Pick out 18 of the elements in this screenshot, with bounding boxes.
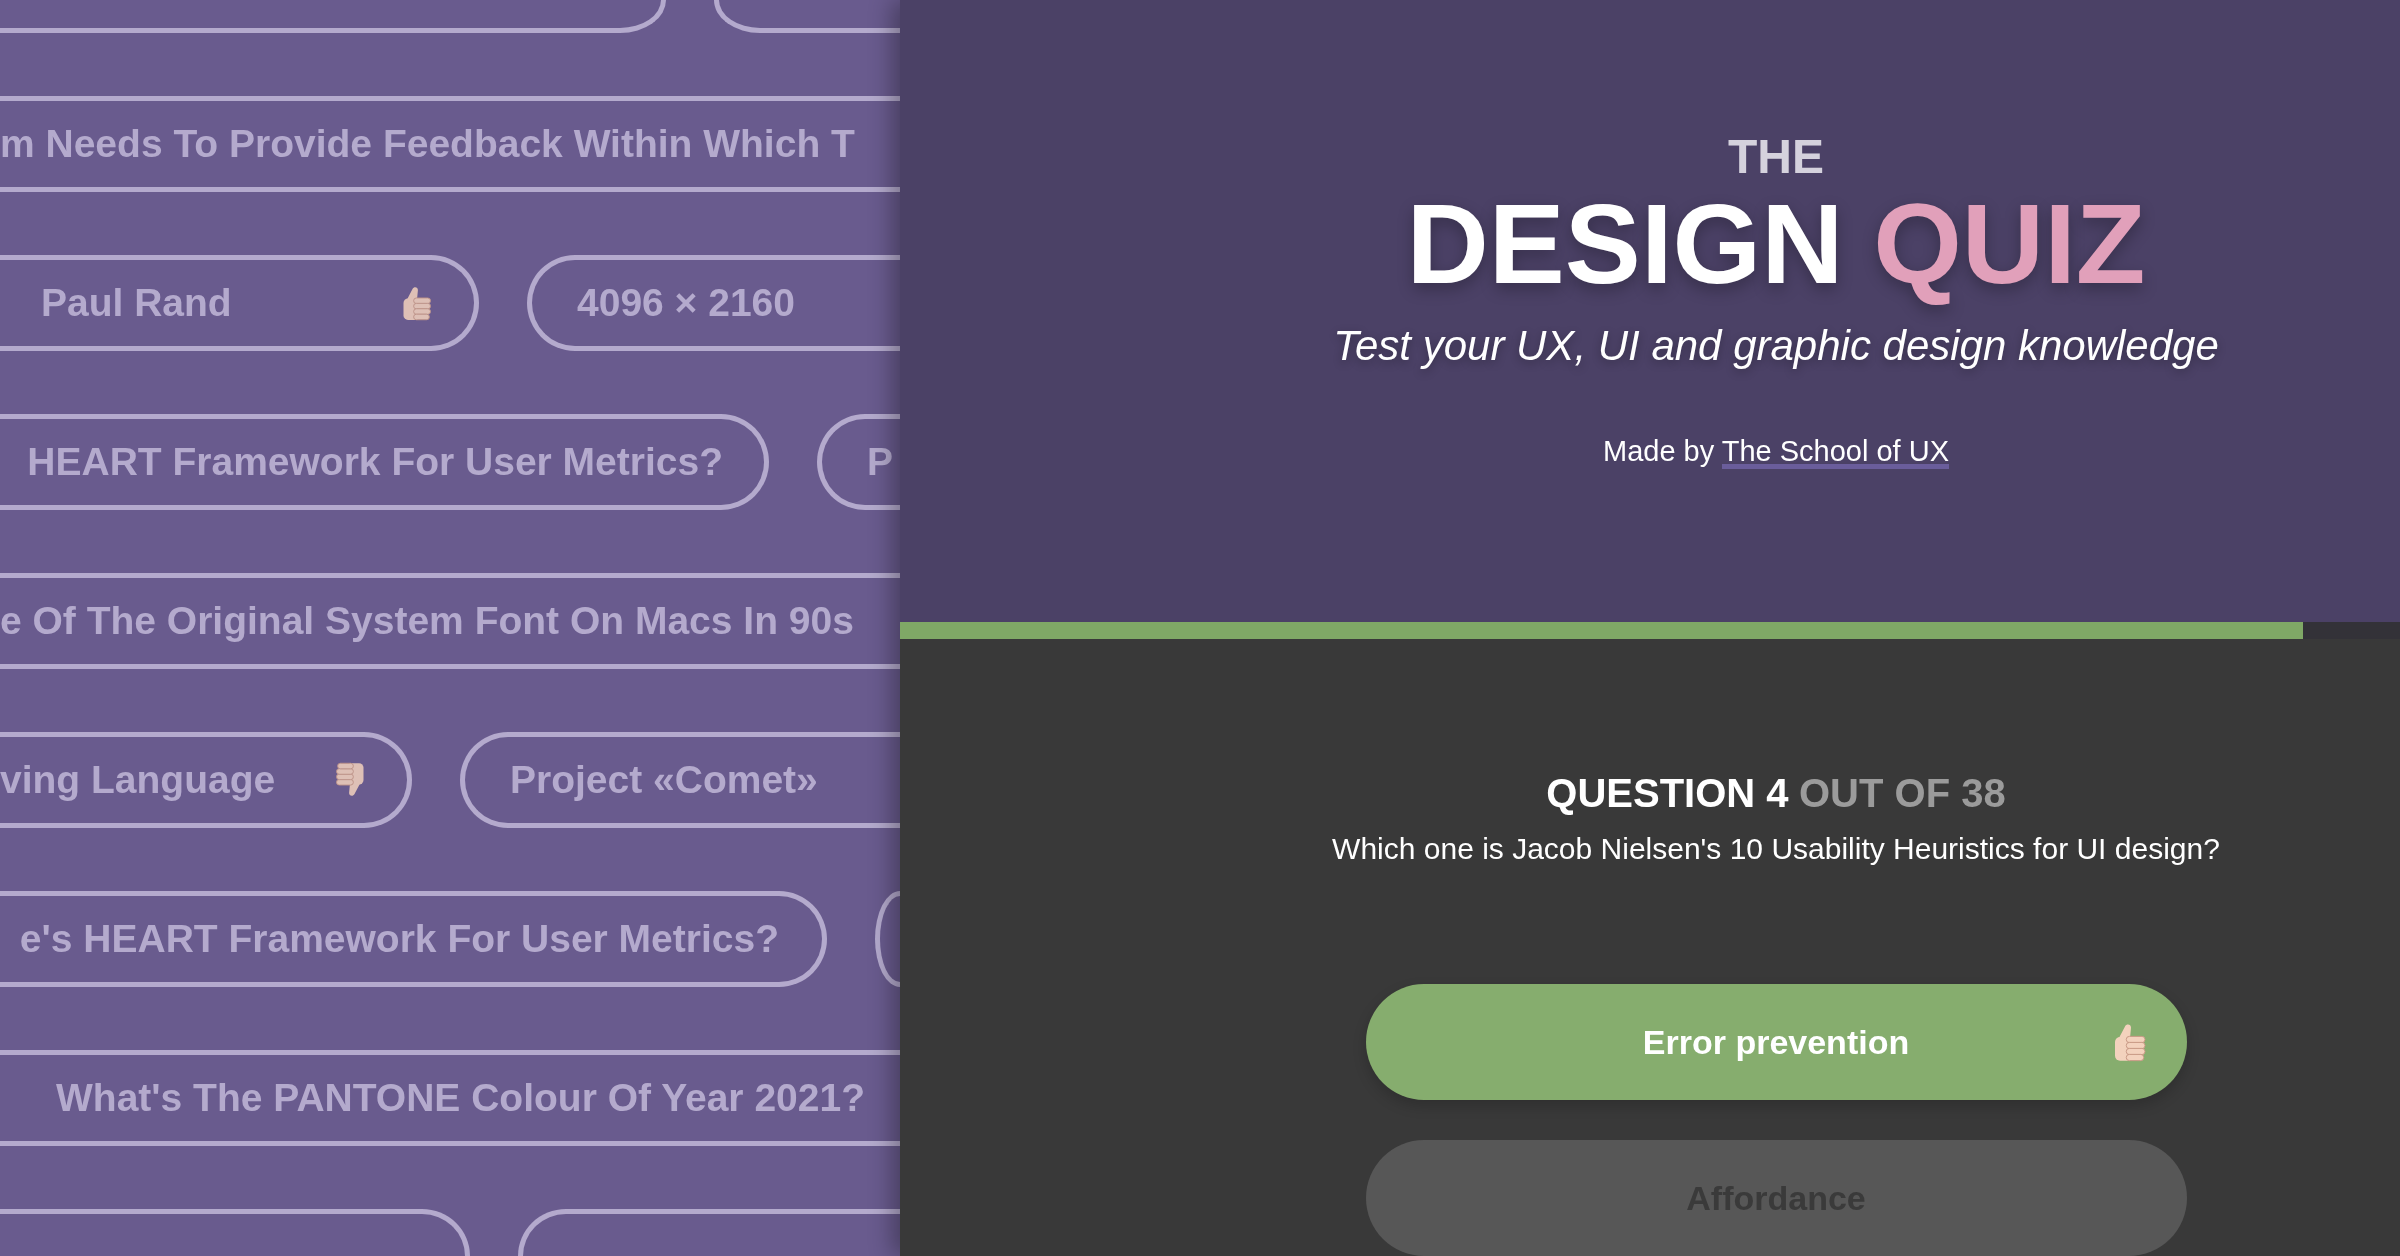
tagline: Test your UX, UI and graphic design knowledge xyxy=(1333,321,2219,371)
credit-text: Made by The School of UX xyxy=(1602,434,1950,469)
answer-button[interactable]: Error prevention xyxy=(1365,984,2187,1100)
answer-text: e Of The Original System Font On Macs In 90s xyxy=(0,599,854,643)
question-text: Which one is Jacob Nielsen's 10 Usability Heuristics for UI design? xyxy=(1332,831,2220,867)
answer-text: 4096 × 2160 xyxy=(577,281,795,325)
answer-text: m Needs To Provide Feedback Within Which T xyxy=(0,122,855,166)
question-total: OUT OF 38 xyxy=(1798,770,2006,817)
answer-text: e's HEART Framework For User Metrics? xyxy=(19,917,779,961)
answer-text: What's The PANTONE Colour Of Year 2021? xyxy=(56,1076,865,1120)
title-kicker: THE xyxy=(1728,129,1824,185)
answer-text: P xyxy=(867,440,893,484)
answer-text: ving Language xyxy=(0,758,276,802)
title-text: DESIGN xyxy=(1406,187,1844,301)
answer-text: Project «Comet» xyxy=(510,758,818,802)
answer-text: Paul Rand xyxy=(41,281,232,325)
question-number: QUESTION 4 xyxy=(1546,770,1789,817)
answer-text: HEART Framework For User Metrics? xyxy=(27,440,723,484)
